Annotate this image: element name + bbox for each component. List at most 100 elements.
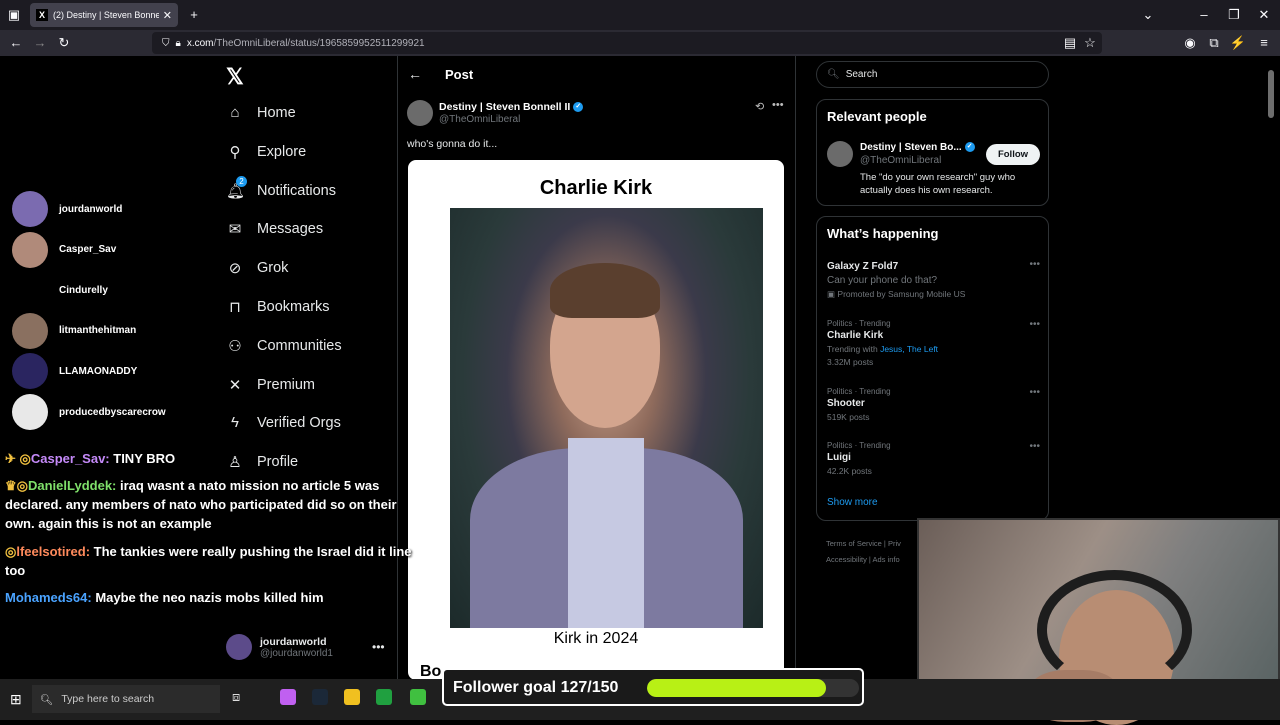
tab-title: (2) Destiny | Steven Bonnell II o <box>53 10 159 20</box>
file-explorer-icon[interactable] <box>344 689 360 705</box>
scrollbar[interactable] <box>1268 70 1274 118</box>
relevant-person-handle[interactable]: @TheOmniLiberal <box>860 155 941 166</box>
bookmark-icon: ⊓ <box>229 299 241 316</box>
url-bar[interactable]: ⛉ 🔒︎ x.com/TheOmniLiberal/status/1965859… <box>152 32 1102 54</box>
chat-username: DanielLyddek: <box>28 478 117 493</box>
x-logo-icon[interactable]: 𝕏 <box>226 64 244 90</box>
task-view-icon[interactable]: ⧈ <box>232 689 248 705</box>
chat-badge-icon: ✈ ◎ <box>5 451 31 466</box>
bookmark-star-icon[interactable]: ☆ <box>1078 30 1102 56</box>
taskbar-search-input[interactable]: 🔍︎ Type here to search <box>32 685 220 713</box>
more-icon[interactable]: ••• <box>1029 259 1040 270</box>
more-icon[interactable]: ••• <box>1029 441 1040 452</box>
shield-icon[interactable]: ⛉ <box>162 38 170 49</box>
x-favicon-icon: X <box>36 9 48 21</box>
chat-message: ◎lfeelsotired: The tankies were really p… <box>5 542 415 580</box>
trend-item[interactable]: Politics · Trending Shooter 519K posts •… <box>827 387 1040 422</box>
trend-item[interactable]: Galaxy Z Fold7 Can your phone do that? ▣… <box>827 259 1040 300</box>
avatar <box>226 634 252 660</box>
avatar <box>12 272 48 308</box>
chat-message: ✈ ◎Casper_Sav: TINY BRO <box>5 449 415 468</box>
relevant-person-bio: The "do your own research" guy who actua… <box>860 172 1016 196</box>
avatar[interactable] <box>827 141 853 167</box>
nvidia-icon[interactable] <box>410 689 426 705</box>
extension-icon[interactable]: ⚡ <box>1226 30 1250 56</box>
close-window-icon[interactable]: ✕ <box>1252 2 1276 28</box>
reload-icon[interactable]: ↻ <box>52 30 76 56</box>
nav-item-premium[interactable]: ✕ Premium <box>226 376 315 394</box>
forward-icon[interactable]: → <box>28 30 52 56</box>
follow-button[interactable]: Follow <box>986 144 1040 165</box>
maximize-icon[interactable]: ❐ <box>1222 2 1246 28</box>
nav-item-grok[interactable]: ⊘ Grok <box>226 259 289 277</box>
viewer-item: producedbyscarecrow <box>12 394 166 430</box>
new-tab-icon[interactable]: + <box>182 2 206 28</box>
more-icon[interactable]: ••• <box>1029 319 1040 330</box>
show-more-link[interactable]: Show more <box>827 497 878 508</box>
trend-extra: 519K posts <box>827 412 870 422</box>
nav-item-home[interactable]: ⌂ Home <box>226 104 295 121</box>
nav-item-messages[interactable]: ✉ Messages <box>226 220 323 238</box>
author-handle[interactable]: @TheOmniLiberal <box>439 114 520 125</box>
nav-item-notifications[interactable]: 🔔︎ 2 Notifications <box>226 175 336 200</box>
back-icon[interactable]: ← <box>4 30 28 56</box>
more-icon[interactable]: ••• <box>772 99 784 111</box>
viewer-item: litmanthehitman <box>12 312 136 349</box>
more-icon[interactable]: ••• <box>372 640 385 654</box>
author-name-text: Destiny | Steven Bonnell II <box>439 101 571 113</box>
people-icon: ⚇ <box>228 337 242 355</box>
nav-item-verified-orgs[interactable]: ϟ Verified Orgs <box>226 414 341 431</box>
trend-name: Shooter <box>827 398 865 409</box>
menu-icon[interactable]: ≡ <box>1252 30 1276 56</box>
tab-overflow-chevron-icon[interactable]: ⌄ <box>1136 2 1160 28</box>
whats-happening-title: What’s happening <box>827 226 939 241</box>
trend-item[interactable]: Politics · Trending Luigi 42.2K posts ••… <box>827 441 1040 476</box>
browser-nav-bar: ← → ↻ ⛉ 🔒︎ x.com/TheOmniLiberal/status/1… <box>0 30 1280 56</box>
grok-icon[interactable]: ⟲ <box>755 100 764 113</box>
follower-goal-widget: Follower goal 127/150 <box>442 668 864 706</box>
verified-badge-icon: ✓ <box>964 142 975 153</box>
media-heading: Charlie Kirk <box>539 177 653 199</box>
tab-list-icon[interactable]: ▣ <box>2 2 26 28</box>
steam-icon[interactable] <box>312 689 328 705</box>
copilot-icon[interactable] <box>280 689 296 705</box>
minimize-icon[interactable]: – <box>1192 2 1216 28</box>
nav-item-label: Grok <box>257 260 289 277</box>
xbox-icon[interactable] <box>376 689 392 705</box>
trend-extra: ▣ Promoted by Samsung Mobile US <box>827 289 1040 300</box>
more-icon[interactable]: ••• <box>1029 387 1040 398</box>
trend-item[interactable]: Politics · Trending Charlie Kirk Trendin… <box>827 319 1040 367</box>
trend-meta: Politics · Trending <box>827 441 891 450</box>
windows-start-icon[interactable]: ⊞ <box>10 691 22 708</box>
tab-close-icon[interactable]: ✕ <box>163 9 172 22</box>
browser-tab[interactable]: X (2) Destiny | Steven Bonnell II o ✕ <box>30 3 178 27</box>
post-media[interactable]: Charlie Kirk Kirk in 2024 Bo <box>408 160 784 680</box>
author-name[interactable]: Destiny | Steven Bonnell II ✓ <box>439 101 584 113</box>
author-avatar[interactable] <box>407 100 433 126</box>
trend-link[interactable]: Jesus, The Left <box>880 344 938 354</box>
chat-username: Mohameds64: <box>5 590 92 605</box>
account-name: jourdanworld <box>260 635 327 648</box>
extensions-icon[interactable]: ⧉ <box>1202 30 1226 56</box>
viewer-name: LLAMAONADDY <box>59 365 138 377</box>
relevant-person-name[interactable]: Destiny | Steven Bo... ✓ <box>860 142 975 153</box>
footer-line[interactable]: Terms of Service | Priv <box>826 536 901 552</box>
back-arrow-icon[interactable]: ← <box>408 66 422 82</box>
account-switcher[interactable]: jourdanworld @jourdanworld1 ••• <box>226 634 385 660</box>
trend-meta: Politics · Trending <box>827 319 891 328</box>
account-icon[interactable]: ◉ <box>1178 30 1202 56</box>
chat-message: Mohameds64: Maybe the neo nazis mobs kil… <box>5 588 415 607</box>
footer-line[interactable]: Accessibility | Ads info <box>826 552 901 568</box>
viewer-item: Casper_Sav <box>12 231 117 268</box>
nav-item-communities[interactable]: ⚇ Communities <box>226 337 341 355</box>
promoted-icon: ▣ <box>827 289 838 299</box>
viewer-name: Casper_Sav <box>59 244 117 256</box>
footer-links: Terms of Service | Priv Accessibility | … <box>826 536 901 568</box>
search-icon: ⚲ <box>229 143 241 161</box>
search-input[interactable]: 🔍︎ Search <box>816 61 1049 88</box>
nav-item-explore[interactable]: ⚲ Explore <box>226 143 307 161</box>
nav-item-bookmarks[interactable]: ⊓ Bookmarks <box>226 298 329 316</box>
bell-icon: 🔔︎ 2 <box>226 175 247 200</box>
viewer-name: producedbyscarecrow <box>59 406 166 418</box>
whats-happening-card: What’s happening Galaxy Z Fold7 Can your… <box>816 216 1049 521</box>
